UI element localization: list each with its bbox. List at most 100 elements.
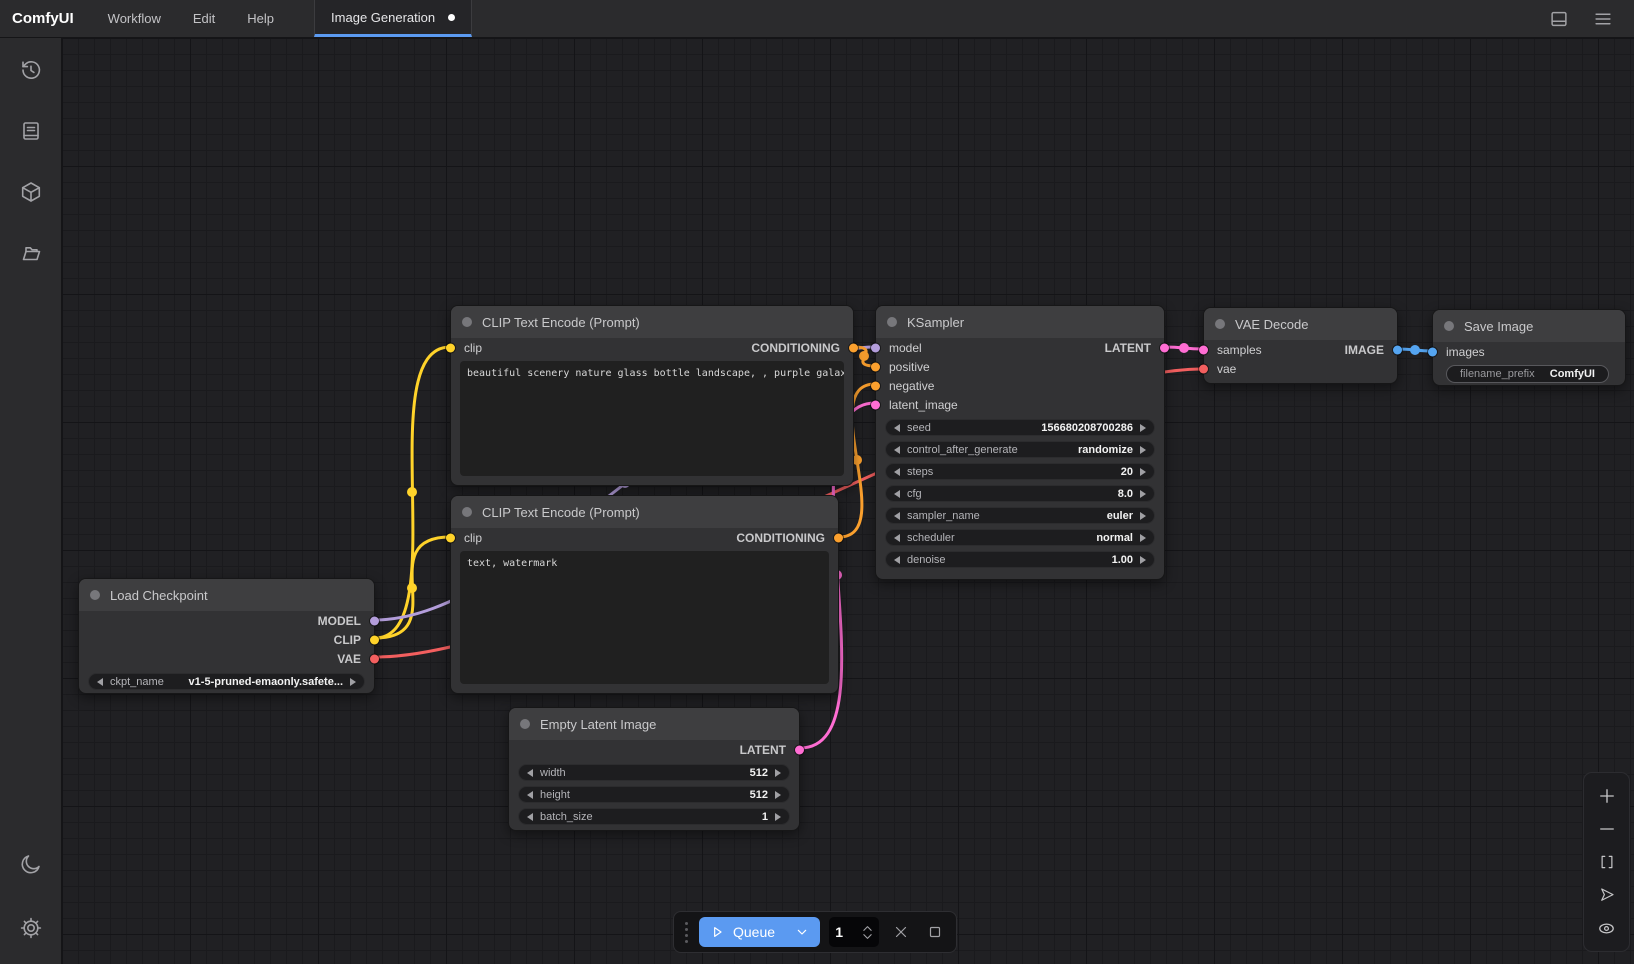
theme-toggle-button[interactable]	[9, 842, 53, 886]
stop-button[interactable]	[922, 919, 947, 945]
widget-ckpt-name[interactable]: ckpt_name v1-5-pruned-emaonly.safete...	[88, 673, 365, 690]
widget-height[interactable]: height 512	[518, 786, 790, 803]
output-port-latent[interactable]	[1160, 343, 1169, 352]
next-value-arrow-icon[interactable]	[1140, 446, 1146, 454]
decrement-arrow-icon[interactable]	[527, 769, 533, 777]
prev-value-arrow-icon[interactable]	[894, 446, 900, 454]
input-port-clip[interactable]	[446, 343, 455, 352]
output-port-vae[interactable]	[370, 654, 379, 663]
increment-arrow-icon[interactable]	[775, 791, 781, 799]
clear-queue-button[interactable]	[888, 919, 913, 945]
input-port-positive[interactable]	[871, 362, 880, 371]
node-empty-latent-image[interactable]: Empty Latent Image LATENT width 512 heig…	[508, 707, 800, 831]
widget-filename-prefix[interactable]: filename_prefix ComfyUI	[1446, 365, 1609, 383]
collapse-dot[interactable]	[1444, 321, 1454, 331]
node-header[interactable]: CLIP Text Encode (Prompt)	[451, 306, 853, 338]
node-header[interactable]: CLIP Text Encode (Prompt)	[451, 496, 838, 528]
prev-value-arrow-icon[interactable]	[894, 534, 900, 542]
output-port-latent[interactable]	[795, 745, 804, 754]
output-port-clip[interactable]	[370, 635, 379, 644]
batch-count-stepper[interactable]: 1	[829, 917, 879, 947]
fit-view-button[interactable]	[1592, 848, 1622, 876]
node-header[interactable]: VAE Decode	[1204, 308, 1397, 340]
collapse-dot[interactable]	[462, 317, 472, 327]
settings-button[interactable]	[9, 906, 53, 950]
node-load-checkpoint[interactable]: Load Checkpoint MODEL CLIP VAE ckpt_name…	[78, 578, 375, 694]
sidebar-item-queue-history[interactable]	[9, 48, 53, 92]
increment-arrow-icon[interactable]	[775, 813, 781, 821]
output-port-image[interactable]	[1393, 345, 1402, 354]
widget-batch-size[interactable]: batch_size 1	[518, 808, 790, 825]
node-graph-canvas[interactable]	[62, 38, 1634, 964]
node-save-image[interactable]: Save Image images filename_prefix ComfyU…	[1432, 309, 1626, 386]
increment-arrow-icon[interactable]	[1140, 490, 1146, 498]
input-port-latent-image[interactable]	[871, 400, 880, 409]
chevron-down-icon[interactable]	[862, 933, 873, 940]
input-port-samples[interactable]	[1199, 345, 1208, 354]
decrement-arrow-icon[interactable]	[894, 424, 900, 432]
widget-control-after-generate[interactable]: control_after_generate randomize	[885, 441, 1155, 458]
menu-help[interactable]: Help	[231, 0, 290, 37]
sidebar-item-node-library[interactable]	[9, 109, 53, 153]
prev-value-arrow-icon[interactable]	[894, 512, 900, 520]
node-header[interactable]: Empty Latent Image	[509, 708, 799, 740]
widget-steps[interactable]: steps 20	[885, 463, 1155, 480]
chevron-up-icon[interactable]	[862, 925, 873, 932]
collapse-dot[interactable]	[90, 590, 100, 600]
increment-arrow-icon[interactable]	[1140, 556, 1146, 564]
decrement-arrow-icon[interactable]	[527, 791, 533, 799]
widget-width[interactable]: width 512	[518, 764, 790, 781]
workflow-tab[interactable]: Image Generation	[314, 0, 472, 37]
input-port-vae[interactable]	[1199, 364, 1208, 373]
drag-handle[interactable]	[683, 922, 690, 943]
input-port-model[interactable]	[871, 343, 880, 352]
node-clip-text-encode-positive[interactable]: CLIP Text Encode (Prompt) clip CONDITION…	[450, 305, 854, 486]
decrement-arrow-icon[interactable]	[894, 556, 900, 564]
next-value-arrow-icon[interactable]	[1140, 534, 1146, 542]
node-ksampler[interactable]: KSampler model LATENT positive negative …	[875, 305, 1165, 580]
menu-edit[interactable]: Edit	[177, 0, 231, 37]
node-header[interactable]: Save Image	[1433, 310, 1625, 342]
increment-arrow-icon[interactable]	[775, 769, 781, 777]
zoom-in-button[interactable]	[1592, 782, 1622, 810]
toggle-link-visibility-button[interactable]	[1592, 914, 1622, 942]
node-header[interactable]: Load Checkpoint	[79, 579, 374, 611]
next-value-arrow-icon[interactable]	[1140, 512, 1146, 520]
widget-sampler-name[interactable]: sampler_name euler	[885, 507, 1155, 524]
input-port-clip[interactable]	[446, 533, 455, 542]
zoom-out-button[interactable]	[1592, 815, 1622, 843]
increment-arrow-icon[interactable]	[1140, 424, 1146, 432]
prompt-textarea[interactable]: beautiful scenery nature glass bottle la…	[460, 361, 844, 476]
menu-workflow[interactable]: Workflow	[92, 0, 177, 37]
select-mode-button[interactable]	[1592, 881, 1622, 909]
node-clip-text-encode-negative[interactable]: CLIP Text Encode (Prompt) clip CONDITION…	[450, 495, 839, 694]
collapse-dot[interactable]	[520, 719, 530, 729]
widget-denoise[interactable]: denoise 1.00	[885, 551, 1155, 568]
decrement-arrow-icon[interactable]	[894, 468, 900, 476]
output-port-model[interactable]	[370, 616, 379, 625]
output-port-conditioning[interactable]	[834, 533, 843, 542]
prev-value-arrow-icon[interactable]	[97, 678, 103, 686]
node-vae-decode[interactable]: VAE Decode samples IMAGE vae	[1203, 307, 1398, 384]
collapse-dot[interactable]	[887, 317, 897, 327]
sidebar-item-workflows[interactable]	[9, 231, 53, 275]
main-menu-button[interactable]	[1586, 4, 1620, 34]
next-value-arrow-icon[interactable]	[350, 678, 356, 686]
decrement-arrow-icon[interactable]	[894, 490, 900, 498]
input-port-images[interactable]	[1428, 347, 1437, 356]
decrement-arrow-icon[interactable]	[527, 813, 533, 821]
widget-seed[interactable]: seed 156680208700286	[885, 419, 1155, 436]
increment-arrow-icon[interactable]	[1140, 468, 1146, 476]
output-port-conditioning[interactable]	[849, 343, 858, 352]
app-logo[interactable]: ComfyUI	[0, 0, 92, 37]
input-port-negative[interactable]	[871, 381, 880, 390]
widget-cfg[interactable]: cfg 8.0	[885, 485, 1155, 502]
collapse-dot[interactable]	[1215, 319, 1225, 329]
widget-scheduler[interactable]: scheduler normal	[885, 529, 1155, 546]
bottom-panel-toggle-button[interactable]	[1542, 4, 1576, 34]
collapse-dot[interactable]	[462, 507, 472, 517]
node-header[interactable]: KSampler	[876, 306, 1164, 338]
queue-button[interactable]: Queue	[699, 917, 820, 947]
prompt-textarea[interactable]: text, watermark	[460, 551, 829, 684]
sidebar-item-model-library[interactable]	[9, 170, 53, 214]
